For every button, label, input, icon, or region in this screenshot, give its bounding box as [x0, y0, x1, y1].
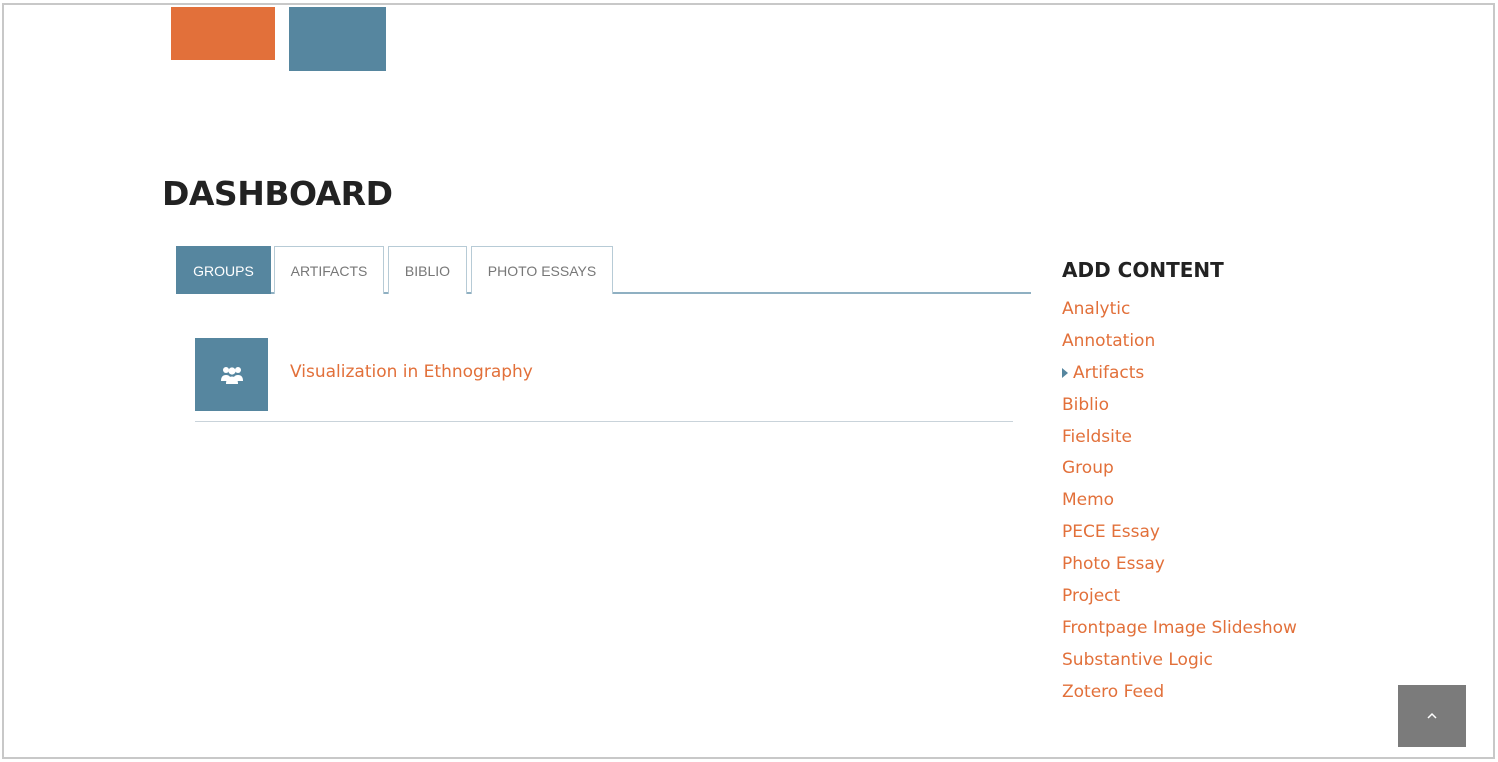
- add-content-item-zotero-feed[interactable]: Zotero Feed: [1062, 679, 1297, 711]
- add-content-list: Analytic Annotation Artifacts Biblio Fie…: [1062, 296, 1297, 711]
- add-content-link[interactable]: Analytic: [1062, 299, 1130, 319]
- tab-photo-essays[interactable]: PHOTO ESSAYS: [471, 246, 613, 294]
- tab-biblio[interactable]: BIBLIO: [388, 246, 467, 294]
- users-icon: [220, 366, 243, 384]
- add-content-item-group[interactable]: Group: [1062, 455, 1297, 487]
- group-thumbnail[interactable]: [195, 338, 268, 411]
- add-content-item-project[interactable]: Project: [1062, 583, 1297, 615]
- group-list-item: Visualization in Ethnography: [195, 338, 1013, 422]
- add-content-link[interactable]: Photo Essay: [1062, 554, 1165, 574]
- add-content-link[interactable]: Biblio: [1062, 395, 1109, 415]
- add-content-link[interactable]: Fieldsite: [1062, 427, 1132, 447]
- site-logo-blue-block[interactable]: [289, 7, 386, 71]
- add-content-item-frontpage-image-slideshow[interactable]: Frontpage Image Slideshow: [1062, 615, 1297, 647]
- caret-right-icon[interactable]: [1062, 367, 1068, 378]
- add-content-heading: ADD CONTENT: [1062, 258, 1224, 282]
- tab-artifacts[interactable]: ARTIFACTS: [274, 246, 384, 294]
- scroll-to-top-button[interactable]: [1398, 685, 1466, 747]
- add-content-link[interactable]: Memo: [1062, 490, 1114, 510]
- tab-groups[interactable]: GROUPS: [176, 246, 271, 294]
- add-content-link[interactable]: Zotero Feed: [1062, 682, 1164, 702]
- add-content-link[interactable]: Frontpage Image Slideshow: [1062, 618, 1297, 638]
- add-content-item-biblio[interactable]: Biblio: [1062, 392, 1297, 424]
- add-content-link[interactable]: Group: [1062, 458, 1114, 478]
- add-content-item-pece-essay[interactable]: PECE Essay: [1062, 519, 1297, 551]
- group-title-link[interactable]: Visualization in Ethnography: [290, 362, 533, 382]
- add-content-item-annotation[interactable]: Annotation: [1062, 328, 1297, 360]
- add-content-item-fieldsite[interactable]: Fieldsite: [1062, 424, 1297, 456]
- page-title: DASHBOARD: [162, 174, 393, 213]
- add-content-item-artifacts[interactable]: Artifacts: [1062, 360, 1297, 392]
- add-content-link[interactable]: Artifacts: [1073, 363, 1144, 383]
- add-content-item-substantive-logic[interactable]: Substantive Logic: [1062, 647, 1297, 679]
- add-content-link[interactable]: Substantive Logic: [1062, 650, 1213, 670]
- add-content-item-photo-essay[interactable]: Photo Essay: [1062, 551, 1297, 583]
- add-content-link[interactable]: PECE Essay: [1062, 522, 1160, 542]
- add-content-item-memo[interactable]: Memo: [1062, 487, 1297, 519]
- add-content-item-analytic[interactable]: Analytic: [1062, 296, 1297, 328]
- dashboard-tabs: GROUPS ARTIFACTS BIBLIO PHOTO ESSAYS: [176, 246, 1031, 294]
- add-content-link[interactable]: Annotation: [1062, 331, 1155, 351]
- site-logo-orange-block[interactable]: [171, 7, 275, 60]
- add-content-link[interactable]: Project: [1062, 586, 1120, 606]
- chevron-up-icon: [1427, 712, 1437, 719]
